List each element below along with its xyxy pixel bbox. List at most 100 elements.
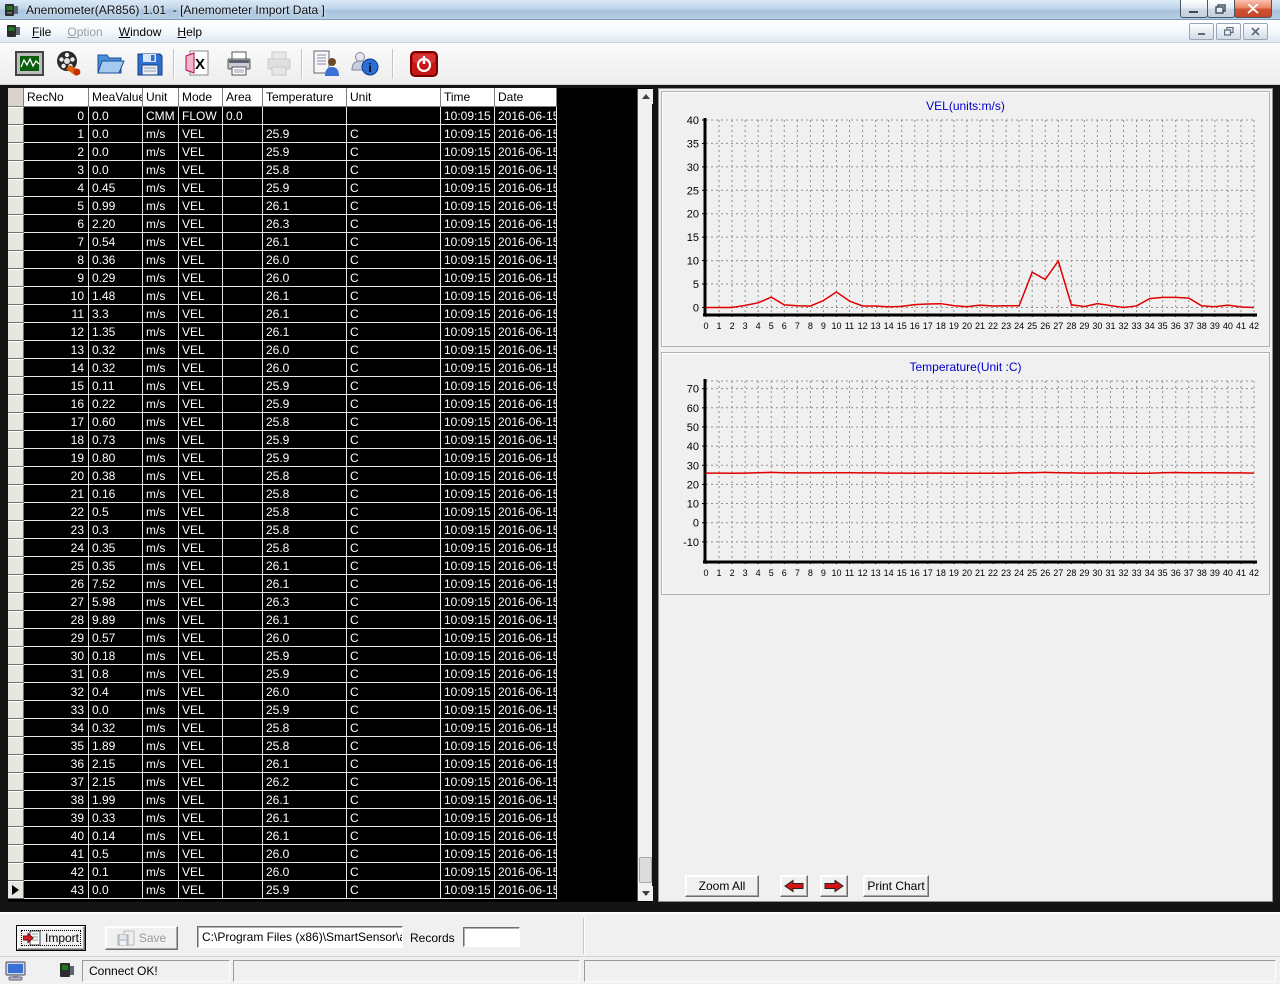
table-row[interactable]: 30.0m/sVEL25.8C10:09:152016-06-15 (8, 161, 652, 179)
column-header-meavalue-1[interactable]: MeaValue (89, 88, 143, 107)
row-selector[interactable] (8, 215, 24, 233)
table-row[interactable]: 300.18m/sVEL25.9C10:09:152016-06-15 (8, 647, 652, 665)
column-header-temperature-5[interactable]: Temperature (263, 88, 347, 107)
row-selector[interactable] (8, 449, 24, 467)
scroll-thumb[interactable] (639, 857, 652, 883)
row-selector[interactable] (8, 377, 24, 395)
row-selector[interactable] (8, 287, 24, 305)
row-selector[interactable] (8, 125, 24, 143)
table-row[interactable]: 381.99m/sVEL26.1C10:09:152016-06-15 (8, 791, 652, 809)
scroll-up-button[interactable] (638, 89, 653, 104)
current-row-indicator[interactable] (8, 881, 24, 899)
row-selector[interactable] (8, 413, 24, 431)
row-selector[interactable] (8, 233, 24, 251)
mdi-minimize-button[interactable] (1189, 23, 1214, 40)
row-selector[interactable] (8, 827, 24, 845)
exit-power-icon[interactable] (406, 46, 442, 82)
save-file-icon[interactable] (132, 46, 168, 82)
zoom-all-button[interactable]: Zoom All (685, 875, 759, 897)
table-row[interactable]: 400.14m/sVEL26.1C10:09:152016-06-15 (8, 827, 652, 845)
row-selector[interactable] (8, 161, 24, 179)
column-header-unit-2[interactable]: Unit (143, 88, 179, 107)
table-row[interactable]: 10.0m/sVEL25.9C10:09:152016-06-15 (8, 125, 652, 143)
table-row[interactable]: 90.29m/sVEL26.0C10:09:152016-06-15 (8, 269, 652, 287)
row-selector[interactable] (8, 323, 24, 341)
table-row[interactable]: 00.0CMMFLOW0.010:09:152016-06-15 (8, 107, 652, 125)
scroll-right-button[interactable] (820, 875, 848, 897)
table-row[interactable]: 101.48m/sVEL26.1C10:09:152016-06-15 (8, 287, 652, 305)
waveform-monitor-icon[interactable] (12, 46, 48, 82)
table-row[interactable]: 70.54m/sVEL26.1C10:09:152016-06-15 (8, 233, 652, 251)
table-row[interactable]: 240.35m/sVEL25.8C10:09:152016-06-15 (8, 539, 652, 557)
table-row[interactable]: 220.5m/sVEL25.8C10:09:152016-06-15 (8, 503, 652, 521)
row-selector[interactable] (8, 269, 24, 287)
column-header-date-8[interactable]: Date (495, 88, 557, 107)
table-row[interactable]: 210.16m/sVEL25.8C10:09:152016-06-15 (8, 485, 652, 503)
row-selector[interactable] (8, 701, 24, 719)
table-row[interactable]: 40.45m/sVEL25.9C10:09:152016-06-15 (8, 179, 652, 197)
close-button[interactable] (1234, 0, 1272, 18)
minimize-button[interactable] (1180, 0, 1208, 18)
table-row[interactable]: 121.35m/sVEL26.1C10:09:152016-06-15 (8, 323, 652, 341)
row-selector[interactable] (8, 809, 24, 827)
row-selector[interactable] (8, 629, 24, 647)
scroll-down-button[interactable] (638, 886, 653, 901)
scroll-left-button[interactable] (780, 875, 808, 897)
row-selector[interactable] (8, 503, 24, 521)
row-selector[interactable] (8, 647, 24, 665)
table-row[interactable]: 390.33m/sVEL26.1C10:09:152016-06-15 (8, 809, 652, 827)
column-header-area-4[interactable]: Area (223, 88, 263, 107)
row-selector[interactable] (8, 539, 24, 557)
row-selector[interactable] (8, 611, 24, 629)
table-row[interactable]: 190.80m/sVEL25.9C10:09:152016-06-15 (8, 449, 652, 467)
table-row[interactable]: 80.36m/sVEL26.0C10:09:152016-06-15 (8, 251, 652, 269)
table-row[interactable]: 320.4m/sVEL26.0C10:09:152016-06-15 (8, 683, 652, 701)
save-button[interactable]: Save (105, 926, 178, 950)
mdi-close-button[interactable] (1243, 23, 1268, 40)
column-header-time-7[interactable]: Time (441, 88, 495, 107)
table-row[interactable]: 410.5m/sVEL26.0C10:09:152016-06-15 (8, 845, 652, 863)
records-count-field[interactable] (463, 927, 520, 947)
row-selector[interactable] (8, 341, 24, 359)
row-selector[interactable] (8, 791, 24, 809)
device-info-icon[interactable]: i (347, 46, 383, 82)
row-selector[interactable] (8, 485, 24, 503)
table-row[interactable]: 130.32m/sVEL26.0C10:09:152016-06-15 (8, 341, 652, 359)
table-row[interactable]: 351.89m/sVEL25.8C10:09:152016-06-15 (8, 737, 652, 755)
row-selector[interactable] (8, 863, 24, 881)
row-selector[interactable] (8, 593, 24, 611)
table-row[interactable]: 290.57m/sVEL26.0C10:09:152016-06-15 (8, 629, 652, 647)
maximize-button[interactable] (1207, 0, 1235, 18)
row-selector[interactable] (8, 665, 24, 683)
row-selector[interactable] (8, 557, 24, 575)
row-selector[interactable] (8, 107, 24, 125)
row-selector[interactable] (8, 773, 24, 791)
table-row[interactable]: 289.89m/sVEL26.1C10:09:152016-06-15 (8, 611, 652, 629)
row-selector[interactable] (8, 251, 24, 269)
table-row[interactable]: 150.11m/sVEL25.9C10:09:152016-06-15 (8, 377, 652, 395)
row-selector[interactable] (8, 575, 24, 593)
column-header-unit-6[interactable]: Unit (347, 88, 441, 107)
table-row[interactable]: 250.35m/sVEL26.1C10:09:152016-06-15 (8, 557, 652, 575)
table-row[interactable]: 372.15m/sVEL26.2C10:09:152016-06-15 (8, 773, 652, 791)
row-selector[interactable] (8, 719, 24, 737)
table-row[interactable]: 62.20m/sVEL26.3C10:09:152016-06-15 (8, 215, 652, 233)
table-row[interactable]: 340.32m/sVEL25.8C10:09:152016-06-15 (8, 719, 652, 737)
file-path-field[interactable]: C:\Program Files (x86)\SmartSensor\anemo (197, 926, 403, 948)
column-header-recno-0[interactable]: RecNo (24, 88, 89, 107)
row-selector[interactable] (8, 755, 24, 773)
menu-window[interactable]: Window (111, 22, 170, 42)
table-row[interactable]: 430.0m/sVEL25.9C10:09:152016-06-15 (8, 881, 652, 899)
table-row[interactable]: 140.32m/sVEL26.0C10:09:152016-06-15 (8, 359, 652, 377)
print-icon[interactable] (221, 46, 257, 82)
media-import-icon[interactable] (50, 46, 86, 82)
table-row[interactable]: 160.22m/sVEL25.9C10:09:152016-06-15 (8, 395, 652, 413)
table-row[interactable]: 113.3m/sVEL26.1C10:09:152016-06-15 (8, 305, 652, 323)
row-selector[interactable] (8, 395, 24, 413)
print-chart-button[interactable]: Print Chart (863, 875, 929, 897)
device-report-icon[interactable] (308, 46, 344, 82)
row-selector[interactable] (8, 845, 24, 863)
table-row[interactable]: 170.60m/sVEL25.8C10:09:152016-06-15 (8, 413, 652, 431)
menu-file[interactable]: File (24, 22, 59, 42)
row-selector[interactable] (8, 521, 24, 539)
